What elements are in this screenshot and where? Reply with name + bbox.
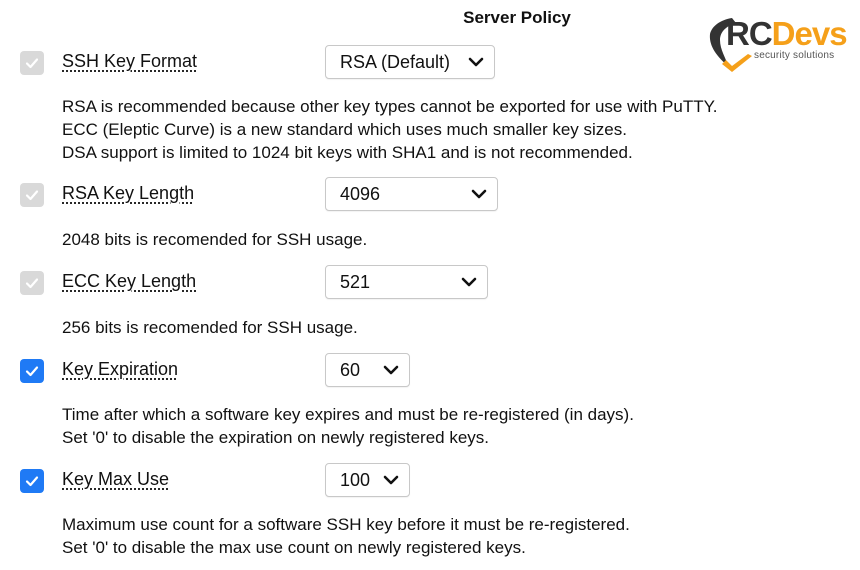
checkmark-icon — [24, 55, 40, 71]
key-expiration-description: Time after which a software key expires … — [62, 403, 634, 449]
rsa-key-length-label: RSA Key Length — [62, 183, 194, 204]
key-expiration-select[interactable]: 60 — [325, 353, 410, 387]
chevron-down-icon — [383, 364, 399, 376]
logo-wordmark: RCDevs — [726, 14, 847, 54]
chevron-down-icon — [461, 276, 477, 288]
key-max-use-label: Key Max Use — [62, 469, 169, 490]
ecc-key-length-select[interactable]: 521 — [325, 265, 488, 299]
chevron-down-icon — [383, 474, 399, 486]
ecc-key-length-checkbox[interactable] — [20, 271, 44, 295]
key-max-use-select[interactable]: 100 — [325, 463, 410, 497]
ssh-key-format-description: RSA is recommended because other key typ… — [62, 95, 718, 164]
chevron-down-icon — [468, 56, 484, 68]
ssh-key-format-select[interactable]: RSA (Default) — [325, 45, 495, 79]
chevron-down-icon — [471, 188, 487, 200]
ssh-key-format-checkbox[interactable] — [20, 51, 44, 75]
key-expiration-checkbox[interactable] — [20, 359, 44, 383]
checkmark-icon — [24, 187, 40, 203]
rsa-key-length-description: 2048 bits is recomended for SSH usage. — [62, 228, 367, 251]
key-expiration-label: Key Expiration — [62, 359, 178, 380]
ssh-key-format-value: RSA (Default) — [340, 52, 450, 73]
ecc-key-length-description: 256 bits is recomended for SSH usage. — [62, 316, 358, 339]
ecc-key-length-value: 521 — [340, 272, 370, 293]
ecc-key-length-label: ECC Key Length — [62, 271, 196, 292]
rcdevs-logo: RCDevs security solutions — [706, 12, 856, 74]
key-max-use-checkbox[interactable] — [20, 469, 44, 493]
ssh-key-format-label: SSH Key Format — [62, 51, 197, 72]
checkmark-icon — [24, 363, 40, 379]
rsa-key-length-select[interactable]: 4096 — [325, 177, 498, 211]
key-max-use-value: 100 — [340, 470, 370, 491]
checkmark-icon — [24, 275, 40, 291]
logo-tagline: security solutions — [754, 50, 834, 61]
rsa-key-length-value: 4096 — [340, 184, 380, 205]
rsa-key-length-checkbox[interactable] — [20, 183, 44, 207]
checkmark-icon — [24, 473, 40, 489]
key-max-use-description: Maximum use count for a software SSH key… — [62, 513, 630, 559]
key-expiration-value: 60 — [340, 360, 360, 381]
